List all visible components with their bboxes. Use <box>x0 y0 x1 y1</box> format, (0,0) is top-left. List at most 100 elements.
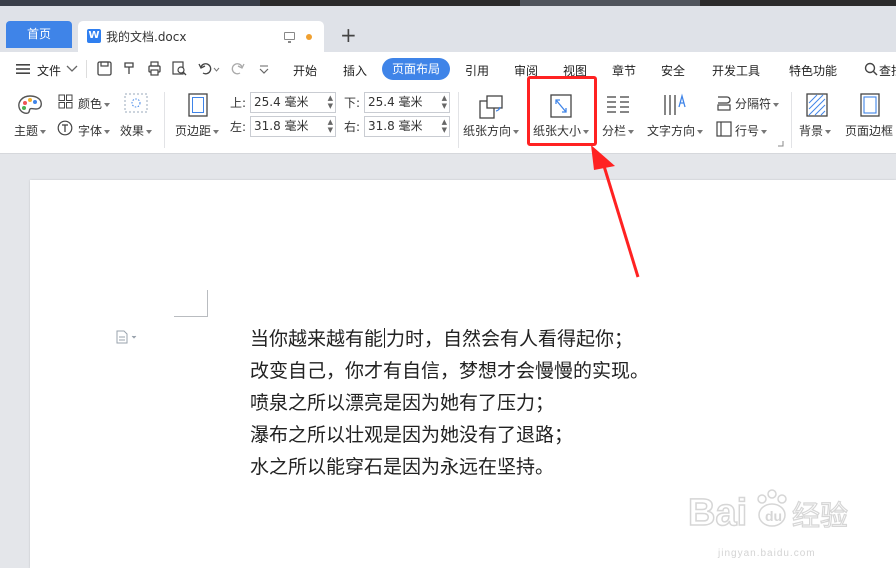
ribbon-divider <box>164 92 165 148</box>
margin-label: 页边距 <box>175 124 212 138</box>
background-icon[interactable] <box>806 93 828 117</box>
text-direction-icon[interactable] <box>662 93 688 117</box>
effect-label: 效果 <box>120 124 145 138</box>
tab-home[interactable]: 首页 <box>6 21 72 48</box>
theme-label: 主题 <box>14 124 39 138</box>
menu-start[interactable]: 开始 <box>293 62 317 79</box>
menu-reference[interactable]: 引用 <box>465 62 489 79</box>
caret-down-icon <box>213 129 220 134</box>
svg-text:Bai: Bai <box>688 492 747 534</box>
separator-button[interactable]: 分隔符 <box>735 95 780 112</box>
line-number-button[interactable]: 行号 <box>735 122 768 139</box>
format-painter-icon[interactable] <box>122 61 137 76</box>
effect-button[interactable]: 效果 <box>120 122 153 139</box>
background-button[interactable]: 背景 <box>799 122 832 139</box>
left-margin-input[interactable]: 31.8 毫米 ▲ ▼ <box>250 116 336 137</box>
line-number-icon[interactable] <box>716 121 732 137</box>
margin-corner-mark <box>207 290 208 316</box>
top-margin-input[interactable]: 25.4 毫米 ▲ ▼ <box>250 92 336 113</box>
color-grid-icon[interactable] <box>58 94 73 109</box>
right-margin-input[interactable]: 31.8 毫米 ▲ ▼ <box>364 116 450 137</box>
font-t-icon[interactable] <box>57 120 73 136</box>
page-border-icon[interactable] <box>860 93 880 117</box>
menu-file[interactable]: 文件 <box>37 62 61 79</box>
document-text[interactable]: 当你越来越有能 力时，自然会有人看得起你； 改变自己，你才有自信，梦想才会慢慢的实… <box>250 323 649 483</box>
caret-down-icon <box>628 129 635 134</box>
ribbon-divider <box>458 92 459 148</box>
stepper-icon[interactable]: ▲ ▼ <box>442 94 447 110</box>
font-label: 字体 <box>78 124 103 138</box>
margin-button[interactable]: 页边距 <box>175 122 220 139</box>
stepper-icon[interactable]: ▲ ▼ <box>442 118 447 134</box>
stepper-icon[interactable]: ▲ ▼ <box>328 94 333 110</box>
redo-icon[interactable] <box>230 61 245 76</box>
bottom-margin-input[interactable]: 25.4 毫米 ▲ ▼ <box>364 92 450 113</box>
ribbon-divider <box>791 92 792 148</box>
text-cursor <box>384 328 386 348</box>
menu-page-layout[interactable]: 页面布局 <box>382 58 450 80</box>
margin-page-icon[interactable] <box>188 93 208 117</box>
margin-corner-mark <box>174 316 208 317</box>
text-line: 喷泉之所以漂亮是因为她有了压力； <box>250 392 555 414</box>
text-line: 瀑布之所以壮观是因为她没有了退路； <box>250 424 574 446</box>
print-preview-icon[interactable] <box>172 61 187 76</box>
columns-label: 分栏 <box>602 124 627 138</box>
top-margin-label: 上: <box>230 96 247 110</box>
top-margin-value: 25.4 毫米 <box>254 95 309 109</box>
font-button[interactable]: 字体 <box>78 122 111 139</box>
menu-developer-tools[interactable]: 开发工具 <box>712 62 760 79</box>
bottom-margin-value: 25.4 毫米 <box>368 95 423 109</box>
window-top-strip <box>0 0 896 6</box>
text-line-part: 力时，自然会有人看得起你； <box>386 328 634 350</box>
orientation-button[interactable]: 纸张方向 <box>463 122 520 139</box>
page-border-button[interactable]: 页面边框 <box>845 122 893 139</box>
caret-down-icon <box>761 129 768 134</box>
menu-search[interactable]: 查找 <box>879 62 896 79</box>
caret-down-icon <box>146 129 153 134</box>
text-line: 当你越来越有能 力时，自然会有人看得起你； <box>250 323 649 355</box>
menu-special-features[interactable]: 特色功能 <box>789 62 837 79</box>
caret-down-icon <box>40 129 47 134</box>
more-chevron-icon[interactable] <box>259 65 269 74</box>
save-icon[interactable] <box>97 61 112 76</box>
chevron-down-icon[interactable] <box>66 65 78 73</box>
text-direction-label: 文字方向 <box>647 124 696 138</box>
caret-down-icon <box>825 129 832 134</box>
print-icon[interactable] <box>147 61 162 76</box>
dialog-launcher-icon[interactable] <box>777 140 784 147</box>
effect-icon[interactable] <box>124 93 148 113</box>
monitor-icon[interactable] <box>284 32 295 43</box>
watermark-url: jingyan.baidu.com <box>718 548 816 559</box>
color-button[interactable]: 颜色 <box>78 95 111 112</box>
orientation-icon[interactable] <box>478 93 504 119</box>
menu-insert[interactable]: 插入 <box>343 62 367 79</box>
theme-button[interactable]: 主题 <box>14 122 47 139</box>
text-direction-button[interactable]: 文字方向 <box>647 122 704 139</box>
svg-text:经验: 经验 <box>792 499 848 532</box>
new-tab-plus-icon[interactable]: + <box>340 22 357 48</box>
line-number-label: 行号 <box>735 124 760 138</box>
highlight-box <box>527 76 597 146</box>
undo-icon[interactable] <box>198 61 220 76</box>
caret-down-icon <box>104 129 111 134</box>
columns-button[interactable]: 分栏 <box>602 122 635 139</box>
caret-down-icon <box>773 102 780 107</box>
right-margin-value: 31.8 毫米 <box>368 119 423 133</box>
columns-icon[interactable] <box>606 95 630 115</box>
hamburger-icon[interactable] <box>16 63 30 75</box>
theme-palette-icon[interactable] <box>17 94 43 118</box>
search-icon[interactable] <box>864 62 878 76</box>
right-margin-label: 右: <box>344 120 361 134</box>
separator-icon[interactable] <box>716 95 732 111</box>
stepper-icon[interactable]: ▲ ▼ <box>328 118 333 134</box>
caret-down-icon <box>697 129 704 134</box>
paragraph-doc-icon[interactable] <box>116 330 138 344</box>
menu-bar: 文件 开始 插入 页面布局 引用 审阅 视图 章节 安全 开发工具 特色功能 查… <box>0 52 896 86</box>
menu-security[interactable]: 安全 <box>661 62 685 79</box>
background-label: 背景 <box>799 124 824 138</box>
menu-chapter[interactable]: 章节 <box>612 62 636 79</box>
ribbon-toolbar: 主题 颜色 字体 效果 页边距 上: 25.4 毫米 ▲ ▼ 下: 25.4 毫米 ▲… <box>0 86 896 154</box>
tab-document[interactable]: W 我的文档.docx <box>78 21 324 52</box>
left-margin-label: 左: <box>230 120 247 134</box>
caret-down-icon <box>513 129 520 134</box>
